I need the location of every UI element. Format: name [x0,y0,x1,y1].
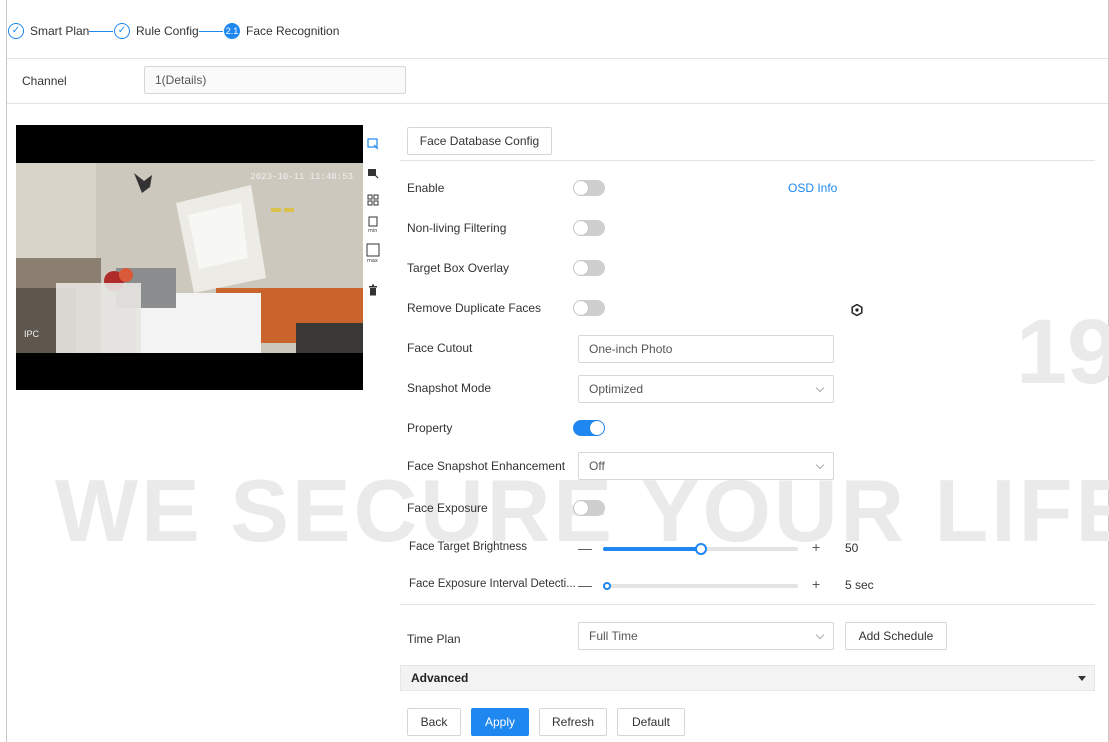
min-size-icon[interactable]: min [366,215,380,233]
video-preview[interactable]: 2023-10-11 11:40:53 IPC [16,125,363,390]
brightness-slider-fill [603,547,701,551]
enable-toggle[interactable] [573,180,605,196]
brightness-increase-button[interactable]: + [812,539,820,555]
property-label: Property [407,421,453,435]
header-divider [7,58,1108,59]
face-target-brightness-label: Face Target Brightness [409,541,528,553]
brightness-decrease-button[interactable]: — [578,540,592,556]
interval-slider-thumb[interactable] [603,582,611,590]
non-living-filtering-toggle[interactable] [573,220,605,236]
toggle-knob [574,261,588,275]
face-exposure-label: Face Exposure [407,501,488,515]
face-cutout-value: One-inch Photo [589,342,673,356]
target-box-overlay-label: Target Box Overlay [407,261,510,275]
svg-text:min: min [368,228,377,233]
chevron-down-icon [815,460,825,470]
brightness-slider-thumb[interactable] [694,543,707,555]
osd-camera-name: IPC [24,329,40,339]
channel-select[interactable]: 1(Details) [144,66,406,94]
interval-value: 5 sec [845,578,874,592]
enable-label: Enable [407,181,445,195]
brightness-slider[interactable] [603,543,798,555]
face-cutout-select[interactable]: One-inch Photo [578,335,834,363]
gear-icon[interactable] [851,303,863,317]
snapshot-mode-value: Optimized [589,382,644,396]
osd-timestamp: 2023-10-11 11:40:53 [250,172,353,182]
osd-info-link[interactable]: OSD Info [788,181,837,195]
property-toggle[interactable] [573,420,605,436]
snapshot-mode-label: Snapshot Mode [407,381,492,395]
time-plan-value: Full Time [589,629,638,643]
back-button[interactable]: Back [407,708,461,736]
draw-exclusion-icon[interactable] [366,166,380,180]
caret-down-icon [1078,676,1086,681]
channel-value: 1(Details) [155,73,207,87]
face-exposure-toggle[interactable] [573,500,605,516]
step-connector-1 [89,31,113,32]
channel-divider [7,103,1108,104]
toggle-knob [574,301,588,315]
default-button[interactable]: Default [617,708,685,736]
delete-trash-icon[interactable] [366,283,380,297]
grid-target-icon[interactable] [366,193,380,207]
camera-scene: 2023-10-11 11:40:53 IPC [16,163,363,353]
add-schedule-button[interactable]: Add Schedule [845,622,947,650]
interval-increase-button[interactable]: + [812,576,820,592]
section-divider-bottom [400,604,1095,605]
draw-rule-icon[interactable] [366,137,380,151]
step-connector-2 [199,31,223,32]
toggle-knob [574,181,588,195]
snapshot-mode-select[interactable]: Optimized [578,375,834,403]
refresh-button[interactable]: Refresh [539,708,607,736]
step-label: Face Recognition [246,24,340,38]
face-cutout-label: Face Cutout [407,341,473,355]
step-face-recognition[interactable]: 2.1 Face Recognition [224,22,339,40]
face-snapshot-enhancement-label: Face Snapshot Enhancement [407,459,566,473]
chevron-down-icon [815,630,825,640]
advanced-label: Advanced [411,671,469,685]
toggle-knob [574,221,588,235]
interval-slider[interactable] [603,582,798,590]
step-rule-config[interactable]: ✓ Rule Config [114,22,199,40]
step-label: Smart Plan [30,24,90,38]
target-box-overlay-toggle[interactable] [573,260,605,276]
face-database-config-button[interactable]: Face Database Config [407,127,552,155]
face-snapshot-enhancement-select[interactable]: Off [578,452,834,480]
step-label: Rule Config [136,24,199,38]
brightness-value: 50 [845,541,859,555]
apply-button[interactable]: Apply [471,708,529,736]
svg-text:max: max [367,258,378,263]
section-divider-top [400,160,1095,161]
check-circle-icon: ✓ [114,23,130,39]
time-plan-select[interactable]: Full Time [578,622,834,650]
face-exposure-interval-label: Face Exposure Interval Detecti... [409,578,576,590]
step-smart-plan[interactable]: ✓ Smart Plan [8,22,89,40]
max-size-icon[interactable]: max [366,243,380,263]
remove-duplicate-faces-toggle[interactable] [573,300,605,316]
chevron-down-icon [815,383,825,393]
time-plan-label: Time Plan [407,632,461,646]
toggle-knob [574,501,588,515]
channel-label: Channel [22,74,67,88]
check-circle-icon: ✓ [8,23,24,39]
step-number-badge: 2.1 [224,23,240,39]
non-living-filtering-label: Non-living Filtering [407,221,507,235]
advanced-section-header[interactable]: Advanced [400,665,1095,691]
scene-image [16,163,363,353]
remove-duplicate-faces-label: Remove Duplicate Faces [407,301,542,315]
interval-decrease-button[interactable]: — [578,577,592,593]
toggle-knob [590,421,604,435]
face-snapshot-enhancement-value: Off [589,459,605,473]
